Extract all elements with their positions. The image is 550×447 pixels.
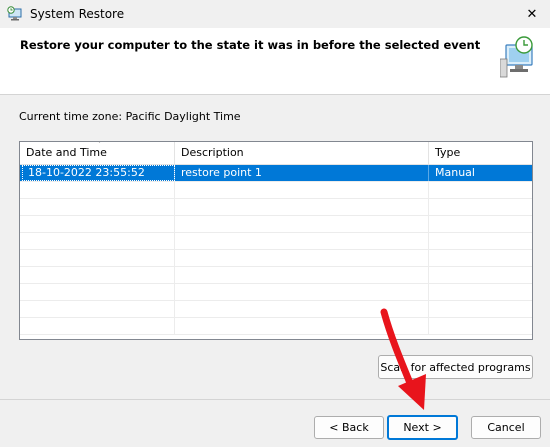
empty-cell bbox=[20, 233, 175, 249]
empty-cell bbox=[175, 301, 429, 317]
empty-cell bbox=[20, 199, 175, 215]
empty-list-row bbox=[20, 267, 532, 284]
empty-cell bbox=[429, 267, 532, 283]
header-divider bbox=[0, 94, 550, 95]
cell-type: Manual bbox=[435, 166, 475, 179]
empty-list-row bbox=[20, 284, 532, 301]
footer-divider bbox=[0, 399, 550, 400]
system-restore-icon bbox=[7, 6, 22, 21]
empty-cell bbox=[175, 250, 429, 266]
empty-cell bbox=[175, 267, 429, 283]
column-header-description[interactable]: Description bbox=[175, 142, 429, 164]
sort-chevron-icon bbox=[98, 142, 101, 143]
empty-cell bbox=[20, 267, 175, 283]
empty-cell bbox=[429, 216, 532, 232]
empty-cell bbox=[429, 301, 532, 317]
empty-cell bbox=[175, 318, 429, 334]
empty-list-row bbox=[20, 301, 532, 318]
cell-date: 18-10-2022 23:55:52 bbox=[22, 165, 175, 181]
scan-affected-programs-button[interactable]: Scan for affected programs bbox=[378, 355, 533, 379]
empty-cell bbox=[175, 233, 429, 249]
empty-cell bbox=[429, 233, 532, 249]
list-header: Date and Time Description Type bbox=[20, 142, 532, 165]
empty-cell bbox=[20, 318, 175, 334]
empty-cell bbox=[20, 216, 175, 232]
empty-list-row bbox=[20, 182, 532, 199]
restore-points-list[interactable]: Date and Time Description Type 18-10-202… bbox=[19, 141, 533, 340]
empty-cell bbox=[20, 284, 175, 300]
close-icon: ✕ bbox=[526, 6, 538, 22]
list-row-restore-point-1[interactable]: 18-10-2022 23:55:52 restore point 1 Manu… bbox=[20, 165, 532, 182]
cancel-button[interactable]: Cancel bbox=[471, 416, 541, 439]
empty-list-row bbox=[20, 233, 532, 250]
empty-list-row bbox=[20, 250, 532, 267]
empty-cell bbox=[175, 216, 429, 232]
title-bar: System Restore ✕ bbox=[0, 0, 550, 28]
empty-cell bbox=[20, 250, 175, 266]
column-header-type[interactable]: Type bbox=[429, 142, 532, 164]
empty-cell bbox=[175, 199, 429, 215]
window-title: System Restore bbox=[30, 7, 125, 21]
empty-cell bbox=[175, 284, 429, 300]
empty-cell bbox=[20, 301, 175, 317]
empty-list-row bbox=[20, 216, 532, 233]
restore-computer-graphic-icon bbox=[500, 36, 533, 78]
timezone-label: Current time zone: Pacific Daylight Time bbox=[19, 110, 241, 123]
column-header-date[interactable]: Date and Time bbox=[20, 142, 175, 164]
page-headline: Restore your computer to the state it wa… bbox=[20, 38, 481, 52]
empty-cell bbox=[20, 182, 175, 198]
empty-cell bbox=[175, 182, 429, 198]
empty-cell bbox=[429, 318, 532, 334]
empty-list-row bbox=[20, 318, 532, 335]
next-button[interactable]: Next > bbox=[387, 415, 458, 440]
empty-cell bbox=[429, 250, 532, 266]
empty-list-row bbox=[20, 199, 532, 216]
header-banner: Restore your computer to the state it wa… bbox=[0, 28, 550, 94]
empty-cell bbox=[429, 199, 532, 215]
empty-cell bbox=[429, 284, 532, 300]
empty-cell bbox=[429, 182, 532, 198]
back-button[interactable]: < Back bbox=[314, 416, 384, 439]
close-button[interactable]: ✕ bbox=[514, 0, 550, 28]
cell-description: restore point 1 bbox=[175, 165, 429, 181]
